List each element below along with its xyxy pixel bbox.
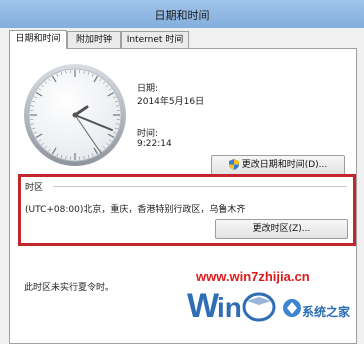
date-time-dialog: 日期和时间 日期和时间 附加时钟 Internet 时间 日期: 2014年5月… bbox=[0, 0, 364, 344]
watermark-url: www.win7zhijia.cn bbox=[196, 269, 310, 284]
timezone-group-divider bbox=[53, 186, 347, 187]
timezone-value: (UTC+08:00)北京，重庆，香港特别行政区，乌鲁木齐 bbox=[25, 205, 246, 215]
change-timezone-button[interactable]: 更改时区(Z)... bbox=[215, 219, 348, 239]
change-date-time-button[interactable]: 更改日期和时间(D)... bbox=[211, 155, 345, 175]
date-value: 2014年5月16日 bbox=[137, 97, 205, 107]
timezone-highlight-box: 时区 (UTC+08:00)北京，重庆，香港特别行政区，乌鲁木齐 更改时区(Z)… bbox=[18, 174, 356, 246]
svg-text:W: W bbox=[187, 287, 220, 325]
tab-internet-time[interactable]: Internet 时间 bbox=[121, 31, 189, 49]
timezone-group-label: 时区 bbox=[25, 183, 44, 193]
tab-date-time[interactable]: 日期和时间 bbox=[9, 30, 67, 49]
analog-clock-icon bbox=[24, 64, 126, 166]
time-label: 时间: bbox=[137, 129, 159, 139]
svg-text:in: in bbox=[217, 292, 242, 323]
tab-additional-clocks[interactable]: 附加时钟 bbox=[67, 31, 121, 49]
window-title: 日期和时间 bbox=[154, 9, 210, 22]
change-date-time-label: 更改日期和时间(D)... bbox=[241, 160, 328, 170]
date-label: 日期: bbox=[137, 84, 159, 94]
title-bar: 日期和时间 bbox=[0, 0, 364, 28]
dst-note: 此时区未实行夏令时。 bbox=[24, 283, 115, 293]
uac-shield-icon bbox=[228, 159, 239, 170]
windows-logo-watermark: W in bbox=[187, 287, 276, 325]
site-name-watermark: 系统之家 bbox=[302, 305, 351, 319]
time-value: 9:22:14 bbox=[137, 139, 172, 149]
